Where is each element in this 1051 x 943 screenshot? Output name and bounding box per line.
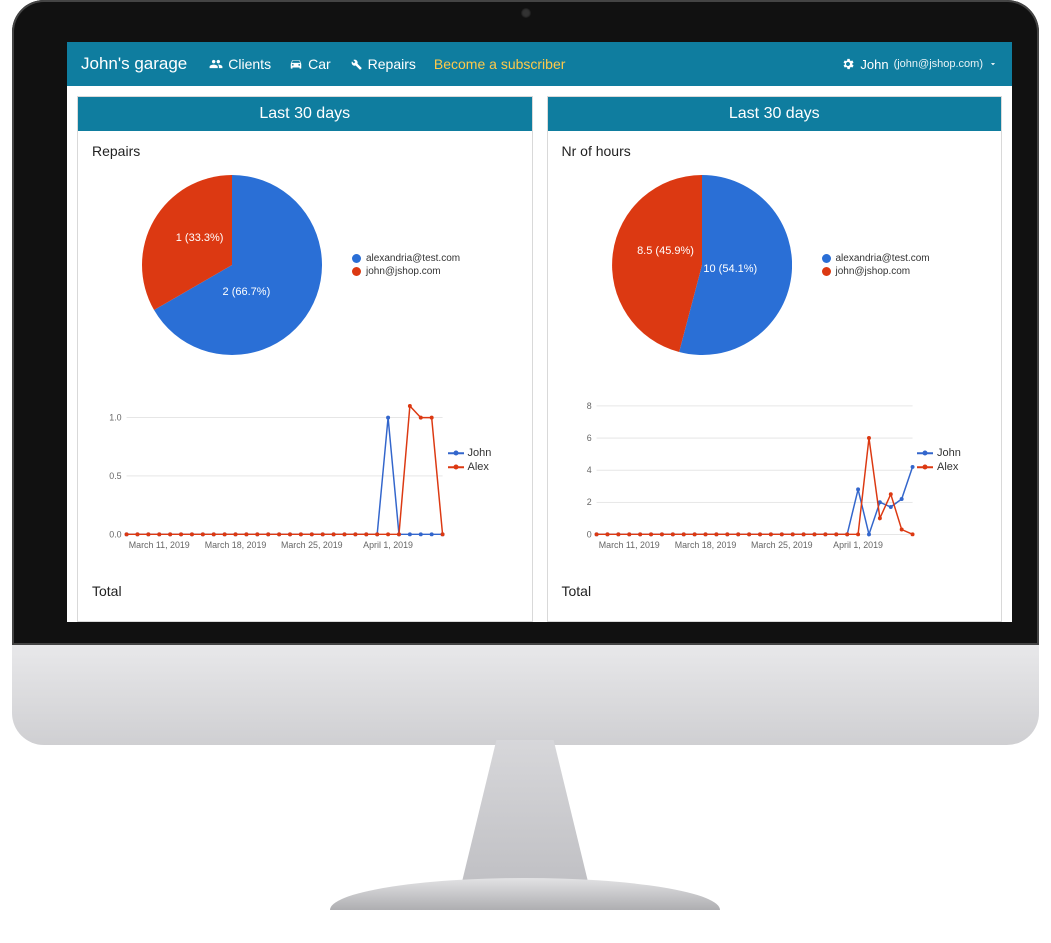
pie-left-red-label: 1 (33.3%) bbox=[176, 232, 224, 244]
svg-text:1.0: 1.0 bbox=[109, 413, 121, 423]
pie-right-red-label: 8.5 (45.9%) bbox=[637, 245, 694, 257]
brand-title[interactable]: John's garage bbox=[81, 54, 187, 74]
svg-text:March 25, 2019: March 25, 2019 bbox=[281, 540, 343, 550]
nav-clients[interactable]: Clients bbox=[209, 56, 271, 72]
panel-repairs: Last 30 days Repairs 1 (33.3%) 2 (66.7%) bbox=[77, 96, 533, 622]
repairs-line-chart: 0.0 0.5 1.0 March 11, 2019 March 18, 2019 Mar… bbox=[92, 395, 448, 565]
nav-repairs[interactable]: Repairs bbox=[349, 56, 416, 72]
svg-text:April 1, 2019: April 1, 2019 bbox=[363, 540, 413, 550]
app-screen: John's garage Clients Car Repairs Become… bbox=[67, 42, 1012, 622]
legend-alexandria: alexandria@test.com bbox=[366, 253, 460, 264]
legend-alex-line-2: Alex bbox=[937, 461, 958, 473]
legend-john-2: john@jshop.com bbox=[836, 266, 911, 277]
svg-text:0: 0 bbox=[586, 529, 591, 539]
panel-hours: Last 30 days Nr of hours 8.5 (45.9%) 10 … bbox=[547, 96, 1003, 622]
car-icon bbox=[289, 57, 303, 71]
dashboard: Last 30 days Repairs 1 (33.3%) 2 (66.7%) bbox=[67, 86, 1012, 622]
repairs-title: Repairs bbox=[92, 143, 518, 159]
monitor-bezel: John's garage Clients Car Repairs Become… bbox=[12, 0, 1039, 645]
user-name: John bbox=[860, 57, 888, 72]
nav-subscribe[interactable]: Become a subscriber bbox=[434, 56, 566, 72]
monitor-stand-neck bbox=[460, 740, 590, 890]
svg-text:8: 8 bbox=[586, 401, 591, 411]
nav-clients-label: Clients bbox=[228, 56, 271, 72]
legend-alexandria-2: alexandria@test.com bbox=[836, 253, 930, 264]
svg-text:March 25, 2019: March 25, 2019 bbox=[750, 540, 812, 550]
svg-text:March 18, 2019: March 18, 2019 bbox=[674, 540, 736, 550]
hours-pie-chart: 8.5 (45.9%) 10 (54.1%) bbox=[612, 175, 792, 355]
legend-john-line: John bbox=[468, 447, 492, 459]
repairs-line-legend: John Alex bbox=[448, 395, 518, 565]
user-menu[interactable]: John (john@jshop.com) bbox=[841, 57, 998, 72]
svg-text:April 1, 2019: April 1, 2019 bbox=[833, 540, 883, 550]
repairs-total-label: Total bbox=[92, 583, 518, 599]
nav-car-label: Car bbox=[308, 56, 331, 72]
svg-text:4: 4 bbox=[586, 465, 591, 475]
monitor-chin bbox=[12, 645, 1039, 745]
caret-down-icon bbox=[988, 59, 998, 69]
svg-text:0.0: 0.0 bbox=[109, 529, 121, 539]
imac-mockup: John's garage Clients Car Repairs Become… bbox=[0, 0, 1051, 943]
panel-hours-header: Last 30 days bbox=[548, 97, 1002, 131]
camera-dot bbox=[521, 8, 531, 18]
pie-left-blue-label: 2 (66.7%) bbox=[223, 286, 271, 298]
hours-total-label: Total bbox=[562, 583, 988, 599]
repairs-pie-legend: alexandria@test.com john@jshop.com bbox=[352, 251, 460, 279]
panel-repairs-header: Last 30 days bbox=[78, 97, 532, 131]
monitor-stand-base bbox=[330, 878, 720, 910]
svg-text:0.5: 0.5 bbox=[109, 471, 121, 481]
navbar: John's garage Clients Car Repairs Become… bbox=[67, 42, 1012, 86]
nav-subscribe-label: Become a subscriber bbox=[434, 56, 566, 72]
users-icon bbox=[209, 57, 223, 71]
nav-car[interactable]: Car bbox=[289, 56, 331, 72]
hours-pie-legend: alexandria@test.com john@jshop.com bbox=[822, 251, 930, 279]
legend-john-line-2: John bbox=[937, 447, 961, 459]
nav-repairs-label: Repairs bbox=[368, 56, 416, 72]
wrench-icon bbox=[349, 57, 363, 71]
repairs-pie-chart: 1 (33.3%) 2 (66.7%) bbox=[142, 175, 322, 355]
hours-line-chart: 0 2 4 6 8 March 11, 2019 March 18, 2019 March 2… bbox=[562, 395, 918, 565]
svg-text:March 18, 2019: March 18, 2019 bbox=[205, 540, 267, 550]
pie-right-blue-label: 10 (54.1%) bbox=[703, 263, 757, 275]
hours-line-legend: John Alex bbox=[917, 395, 987, 565]
legend-john: john@jshop.com bbox=[366, 266, 441, 277]
gear-icon bbox=[841, 57, 855, 71]
hours-title: Nr of hours bbox=[562, 143, 988, 159]
user-email: (john@jshop.com) bbox=[894, 58, 983, 70]
svg-text:6: 6 bbox=[586, 433, 591, 443]
legend-alex-line: Alex bbox=[468, 461, 489, 473]
svg-text:March 11, 2019: March 11, 2019 bbox=[129, 540, 190, 550]
svg-text:2: 2 bbox=[586, 497, 591, 507]
svg-text:March 11, 2019: March 11, 2019 bbox=[598, 540, 659, 550]
